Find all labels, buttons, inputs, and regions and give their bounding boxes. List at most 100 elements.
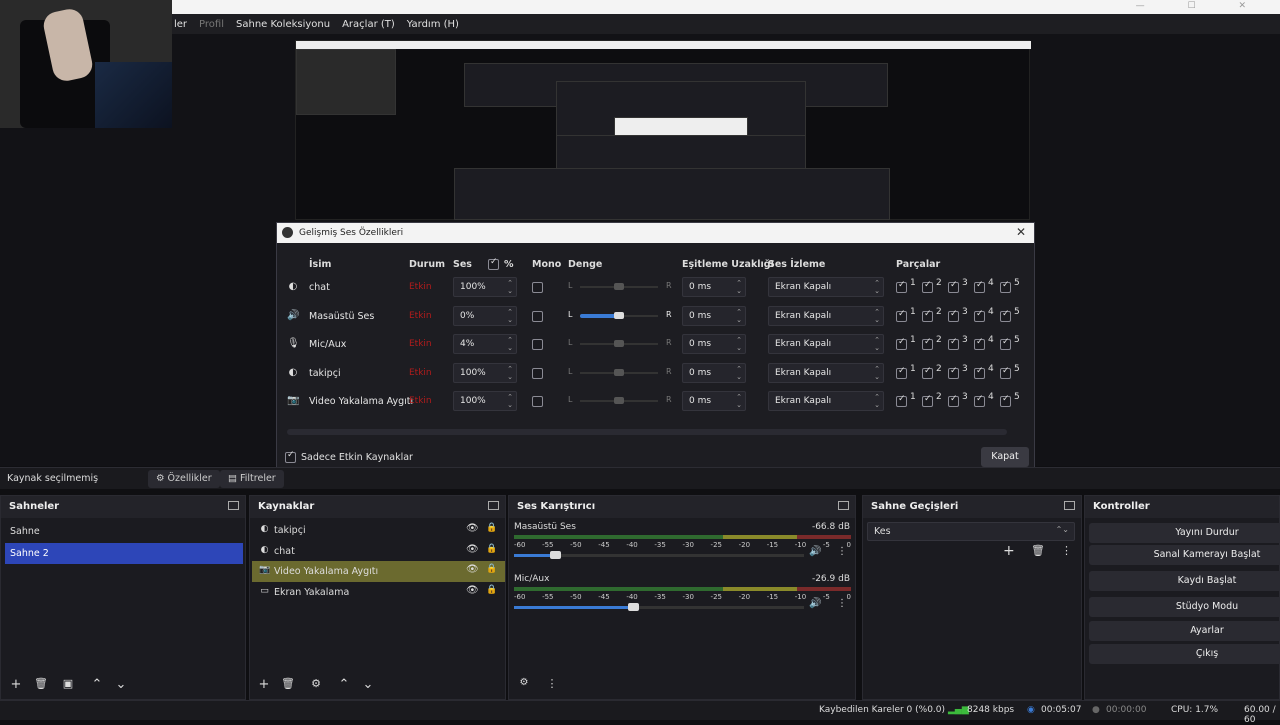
- move-up-icon[interactable]: ⌃: [88, 677, 106, 692]
- track-checkbox[interactable]: [974, 394, 985, 407]
- source-item[interactable]: ◐ chat 👁 🔒: [252, 541, 505, 562]
- track-checkbox[interactable]: [922, 337, 933, 350]
- close-icon[interactable]: ✕: [1016, 225, 1026, 239]
- track-checkbox[interactable]: [1000, 337, 1011, 350]
- source-item[interactable]: 📷 Video Yakalama Aygıtı 👁 🔒: [252, 561, 505, 583]
- volume-slider[interactable]: [514, 551, 804, 559]
- balance-slider[interactable]: LR: [568, 395, 672, 406]
- eye-icon[interactable]: 👁: [466, 544, 479, 555]
- source-item[interactable]: ◐ takipçi 👁 🔒: [252, 520, 505, 541]
- studio-mode-button[interactable]: Stüdyo Modu: [1089, 597, 1280, 617]
- track-checkbox[interactable]: [922, 394, 933, 407]
- undock-icon[interactable]: [488, 501, 499, 510]
- menu-item-tools[interactable]: Araçlar (T): [342, 19, 395, 30]
- transition-select[interactable]: Kes ⌃⌄: [867, 522, 1075, 541]
- trash-icon[interactable]: 🗑: [279, 677, 297, 690]
- add-icon[interactable]: +: [7, 677, 25, 692]
- add-icon[interactable]: +: [1003, 543, 1015, 559]
- speaker-icon[interactable]: 🔊: [809, 546, 821, 557]
- balance-slider[interactable]: LR: [568, 281, 672, 292]
- track-checkbox[interactable]: [896, 280, 907, 293]
- volume-slider[interactable]: [514, 603, 804, 611]
- close-button[interactable]: Kapat: [981, 447, 1029, 467]
- balance-knob[interactable]: [614, 397, 624, 404]
- track-checkbox[interactable]: [922, 280, 933, 293]
- track-checkbox[interactable]: [948, 366, 959, 379]
- trash-icon[interactable]: 🗑: [1031, 544, 1045, 557]
- start-virtual-camera-button[interactable]: Sanal Kamerayı Başlat: [1089, 545, 1280, 565]
- source-item[interactable]: ▭ Ekran Yakalama 👁 🔒: [252, 582, 505, 603]
- move-down-icon[interactable]: ⌄: [359, 677, 377, 692]
- add-icon[interactable]: +: [255, 677, 273, 692]
- undock-icon[interactable]: [1064, 501, 1075, 510]
- menu-dots-icon[interactable]: ⋮: [837, 546, 847, 557]
- mono-checkbox[interactable]: [532, 367, 543, 379]
- track-checkbox[interactable]: [948, 394, 959, 407]
- properties-button[interactable]: ⚙ Özellikler: [148, 470, 220, 488]
- mono-checkbox[interactable]: [532, 396, 543, 407]
- undock-icon[interactable]: [838, 501, 849, 510]
- menu-item-profile[interactable]: Profil: [199, 19, 224, 30]
- sync-offset-spinbox[interactable]: 0 ms ⌃ ⌄: [682, 305, 746, 326]
- track-checkbox[interactable]: [948, 337, 959, 350]
- menu-dots-icon[interactable]: ⋮: [837, 598, 847, 609]
- menu-dots-icon[interactable]: ⋮: [1061, 544, 1072, 557]
- volume-spinbox[interactable]: 4% ⌃ ⌄: [453, 334, 517, 354]
- speaker-icon[interactable]: 🔊: [809, 598, 821, 609]
- track-checkbox[interactable]: [974, 309, 985, 322]
- start-recording-button[interactable]: Kaydı Başlat: [1089, 571, 1280, 591]
- gear-icon[interactable]: ⚙: [307, 677, 325, 690]
- eye-icon[interactable]: 👁: [466, 523, 479, 534]
- percent-toggle-checkbox[interactable]: [488, 257, 499, 270]
- volume-spinbox[interactable]: 100% ⌃ ⌄: [453, 391, 517, 411]
- stop-streaming-button[interactable]: Yayını Durdur: [1089, 523, 1280, 543]
- sync-offset-spinbox[interactable]: 0 ms ⌃ ⌄: [682, 362, 746, 383]
- monitoring-select[interactable]: Ekran Kapalı ⌃ ⌄: [768, 305, 884, 326]
- mono-checkbox[interactable]: [532, 282, 543, 293]
- track-checkbox[interactable]: [974, 280, 985, 293]
- scene-item[interactable]: Sahne: [5, 521, 243, 542]
- menu-dots-icon[interactable]: ⋮: [543, 677, 561, 690]
- lock-icon[interactable]: 🔒: [486, 585, 497, 595]
- balance-slider[interactable]: LR: [568, 338, 672, 349]
- filter-icon[interactable]: ▣: [59, 677, 77, 690]
- balance-knob[interactable]: [614, 283, 624, 290]
- exit-button[interactable]: Çıkış: [1089, 644, 1280, 664]
- move-down-icon[interactable]: ⌄: [112, 677, 130, 692]
- track-checkbox[interactable]: [896, 394, 907, 407]
- move-up-icon[interactable]: ⌃: [335, 677, 353, 692]
- track-checkbox[interactable]: [922, 309, 933, 322]
- volume-knob[interactable]: [549, 551, 561, 559]
- monitoring-select[interactable]: Ekran Kapalı ⌃ ⌄: [768, 362, 884, 383]
- eye-icon[interactable]: 👁: [466, 564, 479, 575]
- volume-knob[interactable]: [627, 603, 639, 611]
- mono-checkbox[interactable]: [532, 339, 543, 350]
- scene-item-selected[interactable]: Sahne 2: [5, 543, 243, 564]
- mono-checkbox[interactable]: [532, 310, 543, 322]
- sync-offset-spinbox[interactable]: 0 ms ⌃ ⌄: [682, 391, 746, 411]
- volume-spinbox[interactable]: 100% ⌃ ⌄: [453, 362, 517, 383]
- sync-offset-spinbox[interactable]: 0 ms ⌃ ⌄: [682, 334, 746, 354]
- only-active-sources-checkbox[interactable]: [285, 450, 296, 463]
- menu-item-partial[interactable]: ler: [174, 19, 187, 30]
- track-checkbox[interactable]: [1000, 309, 1011, 322]
- track-checkbox[interactable]: [948, 309, 959, 322]
- balance-knob[interactable]: [614, 340, 624, 347]
- lock-icon[interactable]: 🔒: [486, 564, 497, 574]
- lock-icon[interactable]: 🔒: [486, 544, 497, 554]
- track-checkbox[interactable]: [974, 366, 985, 379]
- track-checkbox[interactable]: [974, 337, 985, 350]
- balance-knob[interactable]: [614, 368, 624, 376]
- track-checkbox[interactable]: [948, 280, 959, 293]
- trash-icon[interactable]: 🗑: [32, 677, 50, 690]
- window-controls[interactable]: — ☐ ✕: [1136, 1, 1266, 11]
- balance-slider[interactable]: LR: [568, 367, 672, 378]
- monitoring-select[interactable]: Ekran Kapalı ⌃ ⌄: [768, 391, 884, 411]
- track-checkbox[interactable]: [896, 309, 907, 322]
- balance-knob[interactable]: [614, 311, 624, 319]
- volume-spinbox[interactable]: 100% ⌃ ⌄: [453, 277, 517, 297]
- track-checkbox[interactable]: [1000, 366, 1011, 379]
- undock-icon[interactable]: [228, 501, 239, 510]
- lock-icon[interactable]: 🔒: [486, 523, 497, 533]
- sync-offset-spinbox[interactable]: 0 ms ⌃ ⌄: [682, 277, 746, 297]
